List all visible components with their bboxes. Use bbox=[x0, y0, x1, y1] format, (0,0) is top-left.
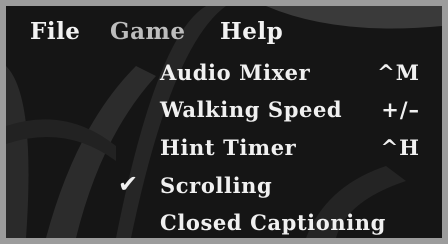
menu-item-shortcut: ^H bbox=[380, 135, 420, 160]
menu-item-label: Audio Mixer bbox=[160, 60, 311, 85]
menu-item-label: Scrolling bbox=[160, 173, 273, 198]
menu-item-label: Walking Speed bbox=[160, 97, 343, 122]
game-window: File Game Help Audio Mixer ^M Walking Sp… bbox=[0, 0, 448, 244]
game-menu-dropdown: Audio Mixer ^M Walking Speed +/– Hint Ti… bbox=[6, 6, 442, 238]
menu-item-scrolling[interactable]: ✔ Scrolling bbox=[6, 169, 442, 207]
menu-item-shortcut: +/– bbox=[381, 97, 420, 122]
menu-item-label: Closed Captioning bbox=[160, 210, 386, 235]
menu-item-audio-mixer[interactable]: Audio Mixer ^M bbox=[6, 56, 442, 94]
checkmark-icon: ✔ bbox=[118, 170, 139, 198]
menu-item-walking-speed[interactable]: Walking Speed +/– bbox=[6, 93, 442, 131]
menu-item-shortcut: ^M bbox=[377, 60, 420, 85]
menu-item-label: Hint Timer bbox=[160, 135, 297, 160]
menu-item-closed-captioning[interactable]: Closed Captioning bbox=[6, 206, 442, 238]
menu-item-hint-timer[interactable]: Hint Timer ^H bbox=[6, 131, 442, 169]
